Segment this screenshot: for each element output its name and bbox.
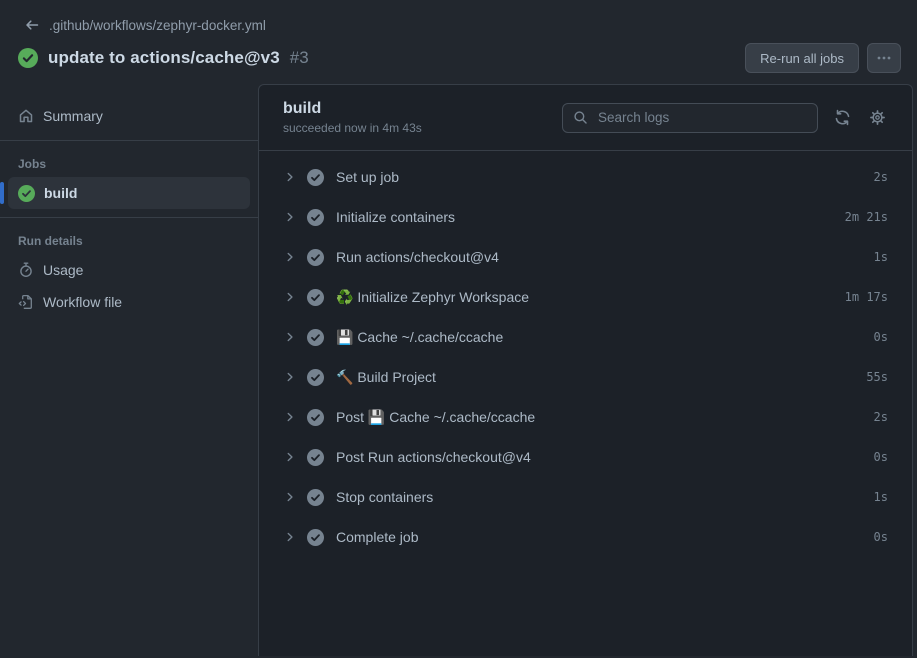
rerun-all-jobs-button[interactable]: Re-run all jobs — [745, 43, 859, 73]
search-icon — [573, 110, 588, 125]
sidebar-divider — [0, 217, 258, 218]
main-content: build succeeded now in 4m 43s — [258, 84, 917, 656]
sidebar-item-summary[interactable]: Summary — [8, 100, 250, 132]
log-step-row[interactable]: Post 💾 Cache ~/.cache/ccache 2s — [259, 397, 912, 437]
job-status-text: succeeded now in 4m 43s — [283, 121, 422, 135]
step-name: Post 💾 Cache ~/.cache/ccache — [336, 409, 862, 426]
step-name: Complete job — [336, 529, 862, 545]
chevron-right-icon[interactable] — [283, 450, 297, 464]
step-duration: 2s — [874, 410, 888, 424]
step-duration: 1m 17s — [845, 290, 888, 304]
sidebar-item-label: Workflow file — [43, 294, 122, 310]
step-name: Stop containers — [336, 489, 862, 505]
step-success-check-icon — [307, 209, 324, 226]
step-success-check-icon — [307, 489, 324, 506]
log-step-row[interactable]: Stop containers 1s — [259, 477, 912, 517]
run-details-section-label: Run details — [0, 226, 258, 254]
step-name: Initialize containers — [336, 209, 833, 225]
home-icon — [18, 108, 34, 124]
step-success-check-icon — [307, 329, 324, 346]
sidebar-item-usage[interactable]: Usage — [8, 254, 250, 286]
page-title: update to actions/cache@v3 — [48, 48, 280, 68]
step-duration: 1s — [874, 250, 888, 264]
sidebar-item-label: Usage — [43, 262, 83, 278]
step-success-check-icon — [307, 169, 324, 186]
jobs-section-label: Jobs — [0, 149, 258, 177]
log-panel-header: build succeeded now in 4m 43s — [259, 85, 912, 151]
sidebar-item-label: build — [44, 185, 77, 201]
log-steps-list: Set up job 2s Initialize containers 2m 2… — [259, 151, 912, 656]
step-duration: 1s — [874, 490, 888, 504]
chevron-right-icon[interactable] — [283, 530, 297, 544]
header-actions: Re-run all jobs — [745, 43, 901, 73]
run-title-row: update to actions/cache@v3 #3 Re-run all… — [0, 42, 901, 74]
log-step-row[interactable]: ♻️ Initialize Zephyr Workspace 1m 17s — [259, 277, 912, 317]
step-success-check-icon — [307, 529, 324, 546]
step-name: Post Run actions/checkout@v4 — [336, 449, 862, 465]
step-duration: 0s — [874, 450, 888, 464]
run-success-check-icon — [18, 48, 38, 68]
chevron-right-icon[interactable] — [283, 290, 297, 304]
step-duration: 0s — [874, 330, 888, 344]
step-name: Set up job — [336, 169, 862, 185]
step-name: 💾 Cache ~/.cache/ccache — [336, 329, 862, 346]
sidebar-item-job-build[interactable]: build — [8, 177, 250, 209]
step-name: ♻️ Initialize Zephyr Workspace — [336, 289, 833, 306]
chevron-right-icon[interactable] — [283, 410, 297, 424]
chevron-right-icon[interactable] — [283, 490, 297, 504]
chevron-right-icon[interactable] — [283, 330, 297, 344]
stopwatch-icon — [18, 262, 34, 278]
kebab-menu-button[interactable] — [867, 43, 901, 73]
chevron-right-icon[interactable] — [283, 170, 297, 184]
log-step-row[interactable]: Run actions/checkout@v4 1s — [259, 237, 912, 277]
log-step-row[interactable]: Complete job 0s — [259, 517, 912, 557]
step-success-check-icon — [307, 249, 324, 266]
run-header: .github/workflows/zephyr-docker.yml upda… — [0, 0, 917, 84]
step-duration: 2m 21s — [845, 210, 888, 224]
step-duration: 0s — [874, 530, 888, 544]
workflow-file-breadcrumb-link[interactable]: .github/workflows/zephyr-docker.yml — [49, 18, 266, 33]
step-name: 🔨 Build Project — [336, 369, 854, 386]
file-code-icon — [18, 294, 34, 310]
kebab-horizontal-icon — [876, 50, 892, 66]
sidebar-item-label: Summary — [43, 108, 103, 124]
log-step-row[interactable]: Set up job 2s — [259, 157, 912, 197]
refresh-logs-button[interactable] — [832, 107, 853, 128]
job-name: build — [283, 100, 422, 118]
log-step-row[interactable]: 🔨 Build Project 55s — [259, 357, 912, 397]
log-toolbar — [562, 103, 888, 133]
job-log-panel: build succeeded now in 4m 43s — [258, 84, 913, 656]
run-number: #3 — [290, 48, 309, 68]
log-step-row[interactable]: Initialize containers 2m 21s — [259, 197, 912, 237]
step-duration: 55s — [866, 370, 888, 384]
sync-icon — [834, 109, 851, 126]
job-success-check-icon — [18, 185, 35, 202]
step-success-check-icon — [307, 449, 324, 466]
step-name: Run actions/checkout@v4 — [336, 249, 862, 265]
log-step-row[interactable]: Post Run actions/checkout@v4 0s — [259, 437, 912, 477]
back-arrow-icon[interactable] — [24, 17, 40, 33]
sidebar-divider — [0, 140, 258, 141]
step-success-check-icon — [307, 409, 324, 426]
chevron-right-icon[interactable] — [283, 210, 297, 224]
search-logs-input[interactable] — [596, 109, 807, 126]
sidebar-item-workflow-file[interactable]: Workflow file — [8, 286, 250, 318]
log-step-row[interactable]: 💾 Cache ~/.cache/ccache 0s — [259, 317, 912, 357]
chevron-right-icon[interactable] — [283, 250, 297, 264]
step-success-check-icon — [307, 369, 324, 386]
breadcrumb: .github/workflows/zephyr-docker.yml — [0, 16, 901, 34]
gear-icon — [869, 109, 886, 126]
step-duration: 2s — [874, 170, 888, 184]
run-sidebar: Summary Jobs build Run details Usage Wor… — [0, 84, 258, 656]
chevron-right-icon[interactable] — [283, 370, 297, 384]
search-logs-box[interactable] — [562, 103, 818, 133]
log-settings-button[interactable] — [867, 107, 888, 128]
step-success-check-icon — [307, 289, 324, 306]
job-meta: build succeeded now in 4m 43s — [283, 100, 422, 135]
